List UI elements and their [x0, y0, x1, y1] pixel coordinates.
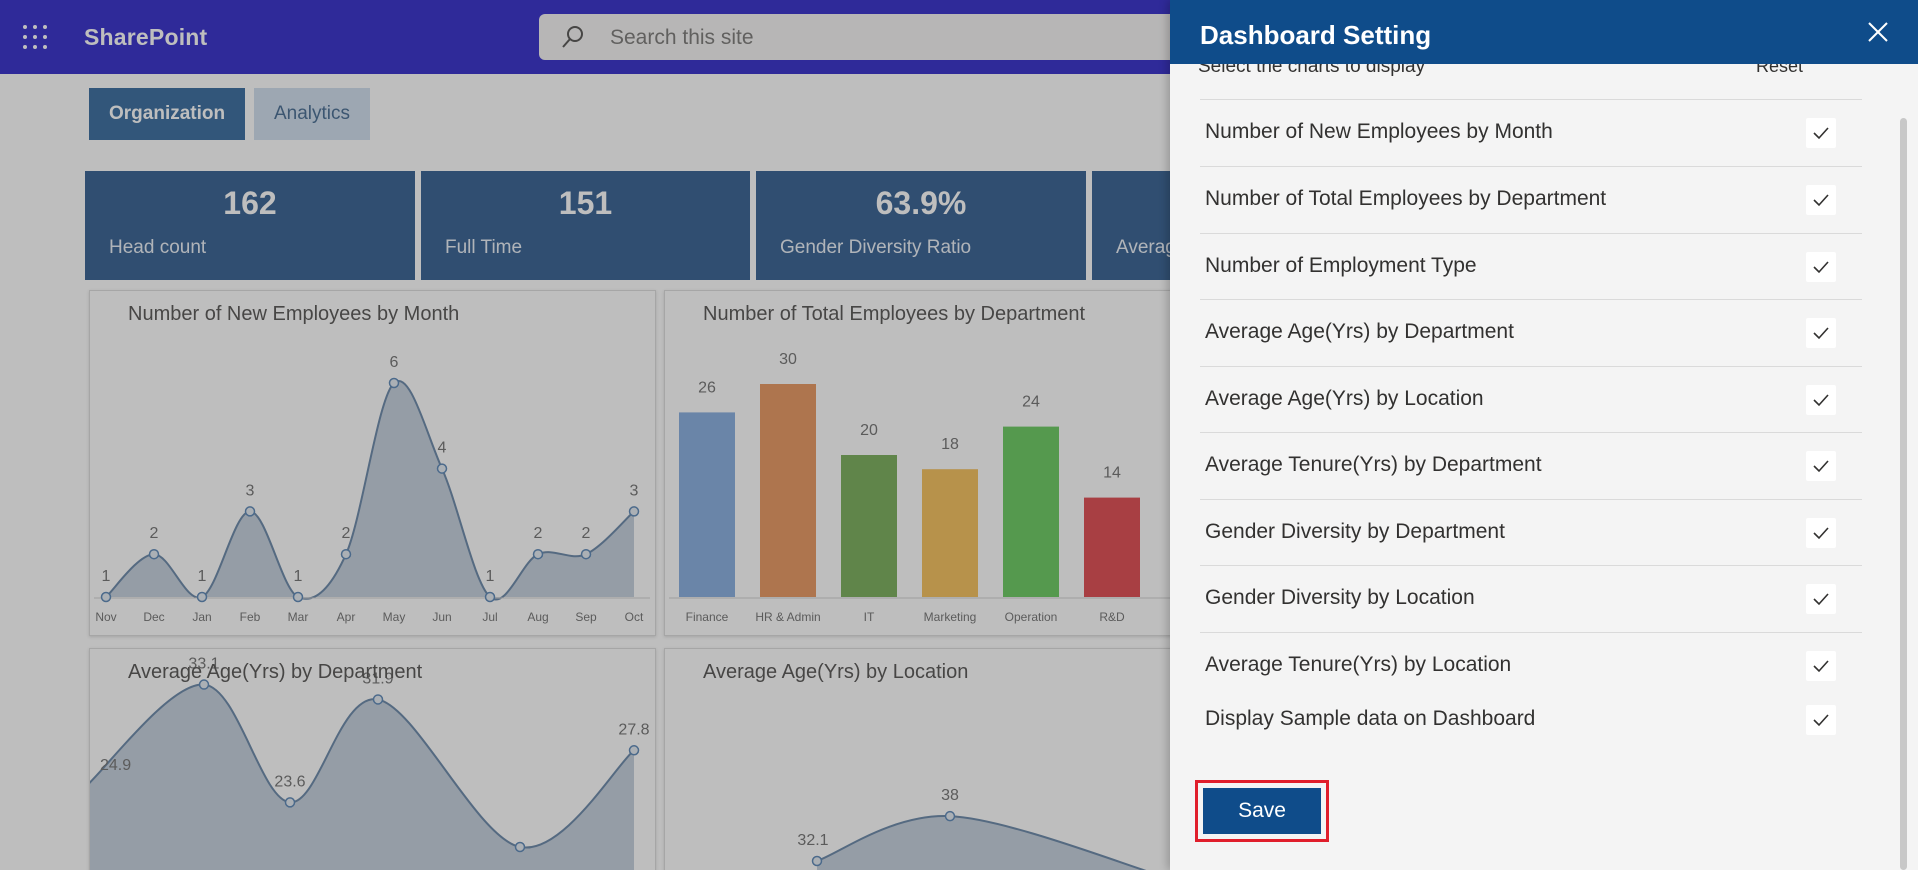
chart-option-row[interactable]: Average Age(Yrs) by Department — [1200, 299, 1862, 366]
chart-option-label: Average Age(Yrs) by Location — [1205, 387, 1484, 410]
checkmark-icon — [1813, 194, 1829, 207]
modal-overlay[interactable] — [0, 0, 1170, 870]
chart-option-label: Gender Diversity by Department — [1205, 520, 1505, 543]
close-icon[interactable] — [1864, 18, 1892, 46]
chart-option-row[interactable]: Gender Diversity by Department — [1200, 499, 1862, 566]
chart-option-checkbox[interactable] — [1806, 584, 1836, 614]
chart-option-label: Average Tenure(Yrs) by Department — [1205, 453, 1542, 476]
chart-option-label: Gender Diversity by Location — [1205, 586, 1475, 609]
chart-option-label: Number of Total Employees by Department — [1205, 187, 1607, 210]
checkmark-icon — [1813, 327, 1829, 340]
sample-data-label: Display Sample data on Dashboard — [1205, 707, 1536, 730]
chart-option-checkbox[interactable] — [1806, 252, 1836, 282]
chart-option-checkbox[interactable] — [1806, 451, 1836, 481]
chart-option-checkbox[interactable] — [1806, 118, 1836, 148]
checkmark-icon — [1813, 660, 1829, 673]
checkmark-icon — [1813, 261, 1829, 274]
checkmark-icon — [1813, 127, 1829, 140]
chart-option-label: Average Age(Yrs) by Department — [1205, 320, 1514, 343]
dashboard-setting-panel: Select the charts to display Reset Numbe… — [1170, 0, 1918, 870]
save-button[interactable]: Save — [1203, 788, 1321, 834]
chart-option-label: Number of Employment Type — [1205, 254, 1477, 277]
panel-body: Select the charts to display Reset Numbe… — [1170, 56, 1918, 870]
chart-option-row[interactable]: Average Tenure(Yrs) by Location — [1200, 632, 1862, 699]
chart-option-row[interactable]: Gender Diversity by Location — [1200, 565, 1862, 632]
sample-data-row[interactable]: Display Sample data on Dashboard — [1200, 699, 1862, 743]
checkmark-icon — [1813, 460, 1829, 473]
checkmark-icon — [1813, 593, 1829, 606]
chart-option-checkbox[interactable] — [1806, 185, 1836, 215]
checkmark-icon — [1813, 394, 1829, 407]
chart-option-row[interactable]: Number of Total Employees by Department — [1200, 166, 1862, 233]
save-button-highlight: Save — [1195, 780, 1329, 842]
chart-option-checkbox[interactable] — [1806, 651, 1836, 681]
chart-option-checkbox[interactable] — [1806, 385, 1836, 415]
checkmark-icon — [1813, 527, 1829, 540]
chart-option-checkbox[interactable] — [1806, 518, 1836, 548]
sample-data-checkbox[interactable] — [1806, 705, 1836, 735]
panel-header: Dashboard Setting — [1170, 0, 1918, 64]
chart-option-checkbox[interactable] — [1806, 318, 1836, 348]
chart-option-row[interactable]: Number of New Employees by Month — [1200, 99, 1862, 166]
chart-option-row[interactable]: Average Tenure(Yrs) by Department — [1200, 432, 1862, 499]
chart-option-label: Number of New Employees by Month — [1205, 120, 1553, 143]
chart-option-row[interactable]: Number of Employment Type — [1200, 233, 1862, 300]
chart-option-label: Average Tenure(Yrs) by Location — [1205, 653, 1512, 676]
checkmark-icon — [1813, 714, 1829, 727]
panel-title: Dashboard Setting — [1200, 20, 1432, 50]
panel-scrollbar[interactable] — [1900, 118, 1907, 870]
chart-option-row[interactable]: Average Age(Yrs) by Location — [1200, 366, 1862, 433]
